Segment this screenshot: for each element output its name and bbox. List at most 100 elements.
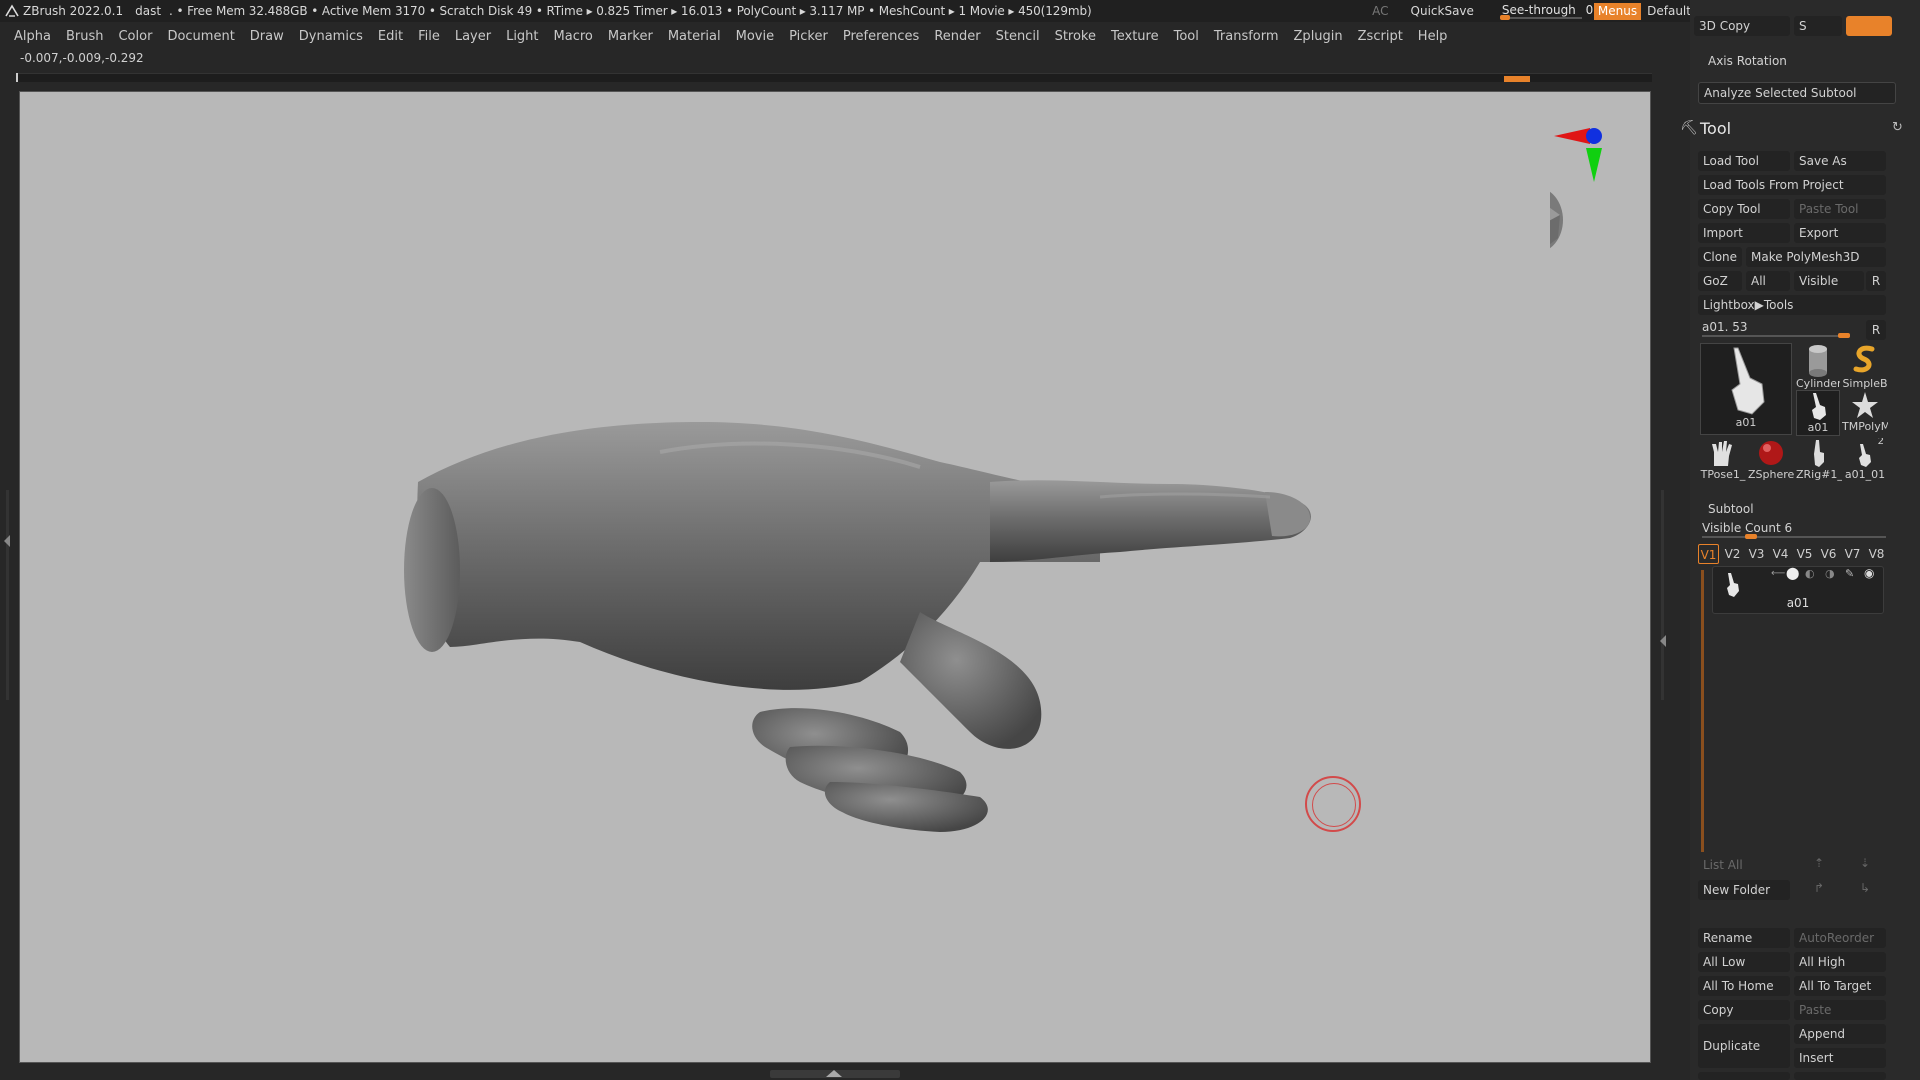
bottom-shelf-toggle[interactable] xyxy=(770,1070,900,1078)
menu-material[interactable]: Material xyxy=(668,29,721,44)
timeline-marker[interactable] xyxy=(1504,76,1530,82)
folder-in-icon[interactable]: ↱ xyxy=(1814,881,1824,895)
tool-thumb-a01-01[interactable]: a01_01 2 xyxy=(1842,438,1888,484)
tool-r-button[interactable]: R xyxy=(1866,320,1886,340)
tool-thumb-zrig[interactable]: ZRig#1_ xyxy=(1796,438,1842,484)
folder-out-icon[interactable]: ↳ xyxy=(1860,881,1870,895)
menus-button[interactable]: Menus xyxy=(1593,2,1642,20)
menu-file[interactable]: File xyxy=(418,29,440,44)
visible-count-slider[interactable] xyxy=(1702,534,1886,539)
partial-button-right[interactable] xyxy=(1794,1072,1886,1080)
new-folder-button[interactable]: New Folder xyxy=(1698,880,1790,900)
tool-pin-icon[interactable]: ⛏ xyxy=(1680,120,1698,136)
current-tool-handle[interactable] xyxy=(1838,333,1850,338)
3d-viewport[interactable] xyxy=(19,91,1651,1063)
tool-thumb-a01-small[interactable]: a01 xyxy=(1796,390,1840,436)
axis-gizmo-icon[interactable] xyxy=(1550,120,1630,250)
import-button[interactable]: Import xyxy=(1698,223,1790,243)
goz-all-button[interactable]: All xyxy=(1746,271,1790,291)
menu-zscript[interactable]: Zscript xyxy=(1358,29,1403,44)
move-down-icon[interactable]: ⇣ xyxy=(1860,856,1870,870)
visible-count-label[interactable]: Visible Count 6 xyxy=(1702,521,1792,535)
menu-stroke[interactable]: Stroke xyxy=(1055,29,1096,44)
subtool-flag-icon[interactable]: ◑ xyxy=(1825,567,1835,580)
menu-document[interactable]: Document xyxy=(167,29,234,44)
clone-button[interactable]: Clone xyxy=(1698,247,1742,267)
load-tools-from-project-button[interactable]: Load Tools From Project xyxy=(1698,175,1886,195)
menu-macro[interactable]: Macro xyxy=(554,29,593,44)
menu-zplugin[interactable]: Zplugin xyxy=(1294,29,1343,44)
subtool-row-a01[interactable]: ⟵ ⬤ ◐ ◑ ✎ ◉ a01 xyxy=(1712,566,1884,614)
subtool-arrow-icon[interactable]: ⟵ xyxy=(1771,568,1785,579)
menu-color[interactable]: Color xyxy=(118,29,152,44)
make-polymesh3d-button[interactable]: Make PolyMesh3D xyxy=(1746,247,1886,267)
timeline-ruler[interactable] xyxy=(16,73,1652,82)
tool-thumb-cylinder[interactable]: Cylinder xyxy=(1796,343,1840,389)
menu-draw[interactable]: Draw xyxy=(250,29,284,44)
copy-button[interactable]: Copy xyxy=(1698,1000,1790,1020)
visibility-eye-icon[interactable]: ◉ xyxy=(1864,566,1874,580)
polypaint-toggle-icon[interactable]: ⬤ xyxy=(1786,566,1799,580)
all-to-target-button[interactable]: All To Target xyxy=(1794,976,1886,996)
tool-thumb-tmpolymesh[interactable]: TMPolyM xyxy=(1842,390,1888,436)
visibility-set-v1[interactable]: V1 xyxy=(1698,544,1719,564)
goz-r-button[interactable]: R xyxy=(1866,271,1886,291)
visibility-set-v6[interactable]: V6 xyxy=(1818,544,1839,564)
paste-tool-button[interactable]: Paste Tool xyxy=(1794,199,1886,219)
visibility-set-v7[interactable]: V7 xyxy=(1842,544,1863,564)
all-low-button[interactable]: All Low xyxy=(1698,952,1790,972)
rename-button[interactable]: Rename xyxy=(1698,928,1790,948)
append-button[interactable]: Append xyxy=(1794,1024,1886,1044)
visibility-set-v5[interactable]: V5 xyxy=(1794,544,1815,564)
visibility-set-v4[interactable]: V4 xyxy=(1770,544,1791,564)
current-tool-name[interactable]: a01. 53 xyxy=(1702,320,1748,334)
insert-button[interactable]: Insert xyxy=(1794,1048,1886,1068)
visibility-set-v3[interactable]: V3 xyxy=(1746,544,1767,564)
quicksave-button[interactable]: QuickSave xyxy=(1411,4,1474,18)
tool-thumb-simplebrush[interactable]: SimpleB xyxy=(1842,343,1888,389)
copy-tool-button[interactable]: Copy Tool xyxy=(1698,199,1790,219)
tool-thumb-a01-large[interactable]: a01 xyxy=(1700,343,1792,435)
s-button[interactable]: S xyxy=(1794,16,1842,36)
see-through-handle[interactable] xyxy=(1499,15,1510,20)
menu-help[interactable]: Help xyxy=(1418,29,1448,44)
menu-preferences[interactable]: Preferences xyxy=(843,29,919,44)
menu-light[interactable]: Light xyxy=(506,29,538,44)
menu-alpha[interactable]: Alpha xyxy=(14,29,51,44)
current-tool-slider[interactable] xyxy=(1702,333,1850,338)
axis-rotation-label[interactable]: Axis Rotation xyxy=(1708,54,1787,68)
duplicate-button[interactable]: Duplicate xyxy=(1698,1024,1790,1068)
expand-right-icon[interactable] xyxy=(1660,635,1666,647)
visibility-set-v8[interactable]: V8 xyxy=(1866,544,1887,564)
menu-brush[interactable]: Brush xyxy=(66,29,104,44)
visibility-set-v2[interactable]: V2 xyxy=(1722,544,1743,564)
ac-indicator[interactable]: AC xyxy=(1372,4,1388,18)
menu-transform[interactable]: Transform xyxy=(1214,29,1279,44)
goz-button[interactable]: GoZ xyxy=(1698,271,1742,291)
analyze-selected-subtool-button[interactable]: Analyze Selected Subtool xyxy=(1698,82,1896,104)
subtool-mode-icon[interactable]: ◐ xyxy=(1805,567,1815,580)
paste-button[interactable]: Paste xyxy=(1794,1000,1886,1020)
subtool-title[interactable]: Subtool xyxy=(1708,502,1754,516)
tool-thumb-zsphere[interactable]: ZSphere xyxy=(1748,438,1794,484)
subtool-list-scrollbar[interactable] xyxy=(1701,570,1704,852)
list-all-button[interactable]: List All xyxy=(1698,855,1790,875)
move-up-icon[interactable]: ⇡ xyxy=(1814,856,1824,870)
load-tool-button[interactable]: Load Tool xyxy=(1698,151,1790,171)
export-button[interactable]: Export xyxy=(1794,223,1886,243)
menu-dynamics[interactable]: Dynamics xyxy=(299,29,363,44)
menu-texture[interactable]: Texture xyxy=(1111,29,1159,44)
left-shelf-handle[interactable] xyxy=(6,490,9,700)
menu-edit[interactable]: Edit xyxy=(378,29,403,44)
3d-copy-button[interactable]: 3D Copy xyxy=(1694,16,1790,36)
autoreorder-button[interactable]: AutoReorder xyxy=(1794,928,1886,948)
menu-movie[interactable]: Movie xyxy=(736,29,774,44)
subtool-brush-icon[interactable]: ✎ xyxy=(1845,567,1854,580)
expand-left-icon[interactable] xyxy=(4,535,10,547)
all-to-home-button[interactable]: All To Home xyxy=(1698,976,1790,996)
menu-tool[interactable]: Tool xyxy=(1174,29,1199,44)
right-shelf-handle[interactable] xyxy=(1661,490,1664,700)
menu-layer[interactable]: Layer xyxy=(455,29,491,44)
refresh-icon[interactable]: ↻ xyxy=(1892,120,1903,135)
menu-picker[interactable]: Picker xyxy=(789,29,828,44)
